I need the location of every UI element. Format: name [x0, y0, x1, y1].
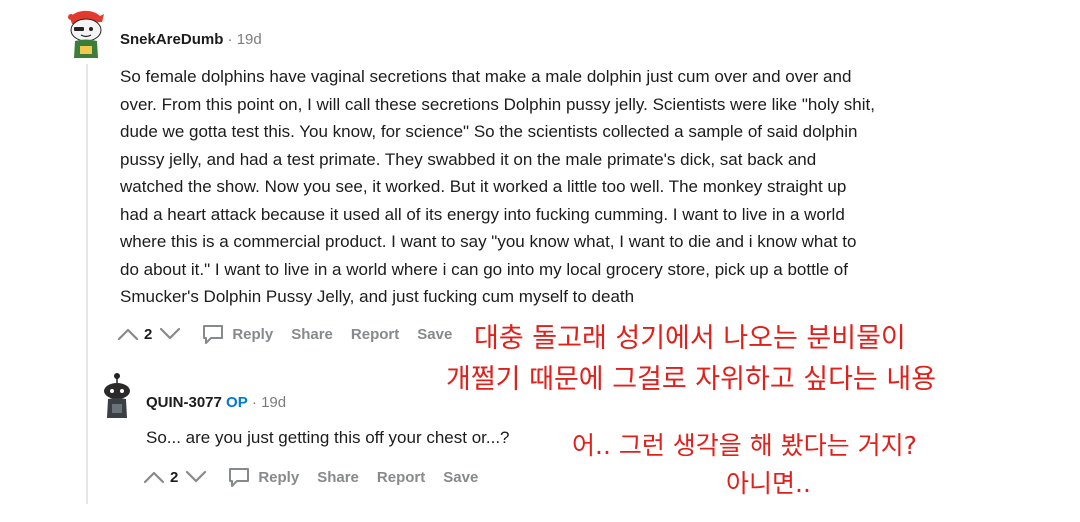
comment-actions: 2 Reply Share Report Save [116, 322, 470, 346]
downvote-icon[interactable] [184, 465, 208, 489]
comment-line: over. From this point on, I will call th… [120, 94, 875, 114]
comment-body: So female dolphins have vaginal secretio… [120, 63, 990, 311]
upvote-icon[interactable] [142, 465, 166, 489]
comment-line: watched the show. Now you see, it worked… [120, 177, 847, 196]
comment-line: had a heart attack because it used all o… [120, 204, 845, 224]
reply-button[interactable]: Reply [232, 326, 273, 343]
share-button[interactable]: Share [291, 326, 333, 343]
reply-button[interactable]: Reply [258, 469, 299, 486]
snoo-red-hat-avatar-icon[interactable] [62, 8, 110, 60]
snoo-dark-avatar-icon[interactable] [100, 372, 134, 420]
comment-actions: 2 Reply Share Report Save [142, 465, 496, 489]
thread-line[interactable] [86, 64, 88, 504]
downvote-icon[interactable] [158, 322, 182, 346]
upvote-icon[interactable] [116, 322, 140, 346]
vote-count: 2 [170, 468, 179, 486]
separator: · [223, 31, 237, 48]
timestamp[interactable]: 19d [261, 394, 286, 411]
comment-line: dude we gotta test this. You know, for s… [120, 122, 858, 141]
report-button[interactable]: Report [377, 469, 425, 486]
comment-meta: QUIN-3077 OP · 19d [146, 393, 286, 413]
save-button[interactable]: Save [417, 326, 452, 343]
comment-body: So... are you just getting this off your… [146, 428, 510, 447]
report-button[interactable]: Report [351, 326, 399, 343]
annotation-text: 대충 돌고래 성기에서 나오는 분비물이 [474, 323, 906, 354]
reply-icon[interactable] [200, 322, 226, 346]
comment-line: where this is a commercial product. I wa… [120, 232, 857, 251]
timestamp[interactable]: 19d [237, 31, 262, 48]
save-button[interactable]: Save [443, 469, 478, 486]
op-badge: OP [226, 394, 248, 411]
username[interactable]: SnekAreDumb [120, 31, 223, 48]
comment-line: So female dolphins have vaginal secretio… [120, 67, 852, 86]
separator: · [247, 394, 262, 411]
comment-line: do about it." I want to live in a world … [120, 259, 848, 279]
annotation-text: 아니면.. [726, 469, 811, 498]
comment-line: Smucker's Dolphin Pussy Jelly, and just … [120, 287, 635, 306]
comment-line: pussy jelly, and had a test primate. The… [120, 149, 817, 169]
share-button[interactable]: Share [317, 469, 359, 486]
comment-meta: SnekAreDumb · 19d [120, 30, 262, 50]
annotation-text: 개쩔기 때문에 그걸로 자위하고 싶다는 내용 [446, 364, 937, 395]
reply-icon[interactable] [226, 465, 252, 489]
screenshot-page: SnekAreDumb · 19d So female dolphins hav… [0, 0, 1080, 522]
username[interactable]: QUIN-3077 [146, 394, 222, 411]
annotation-text: 어.. 그런 생각을 해 봤다는 거지? [572, 431, 917, 460]
vote-count: 2 [144, 325, 153, 343]
